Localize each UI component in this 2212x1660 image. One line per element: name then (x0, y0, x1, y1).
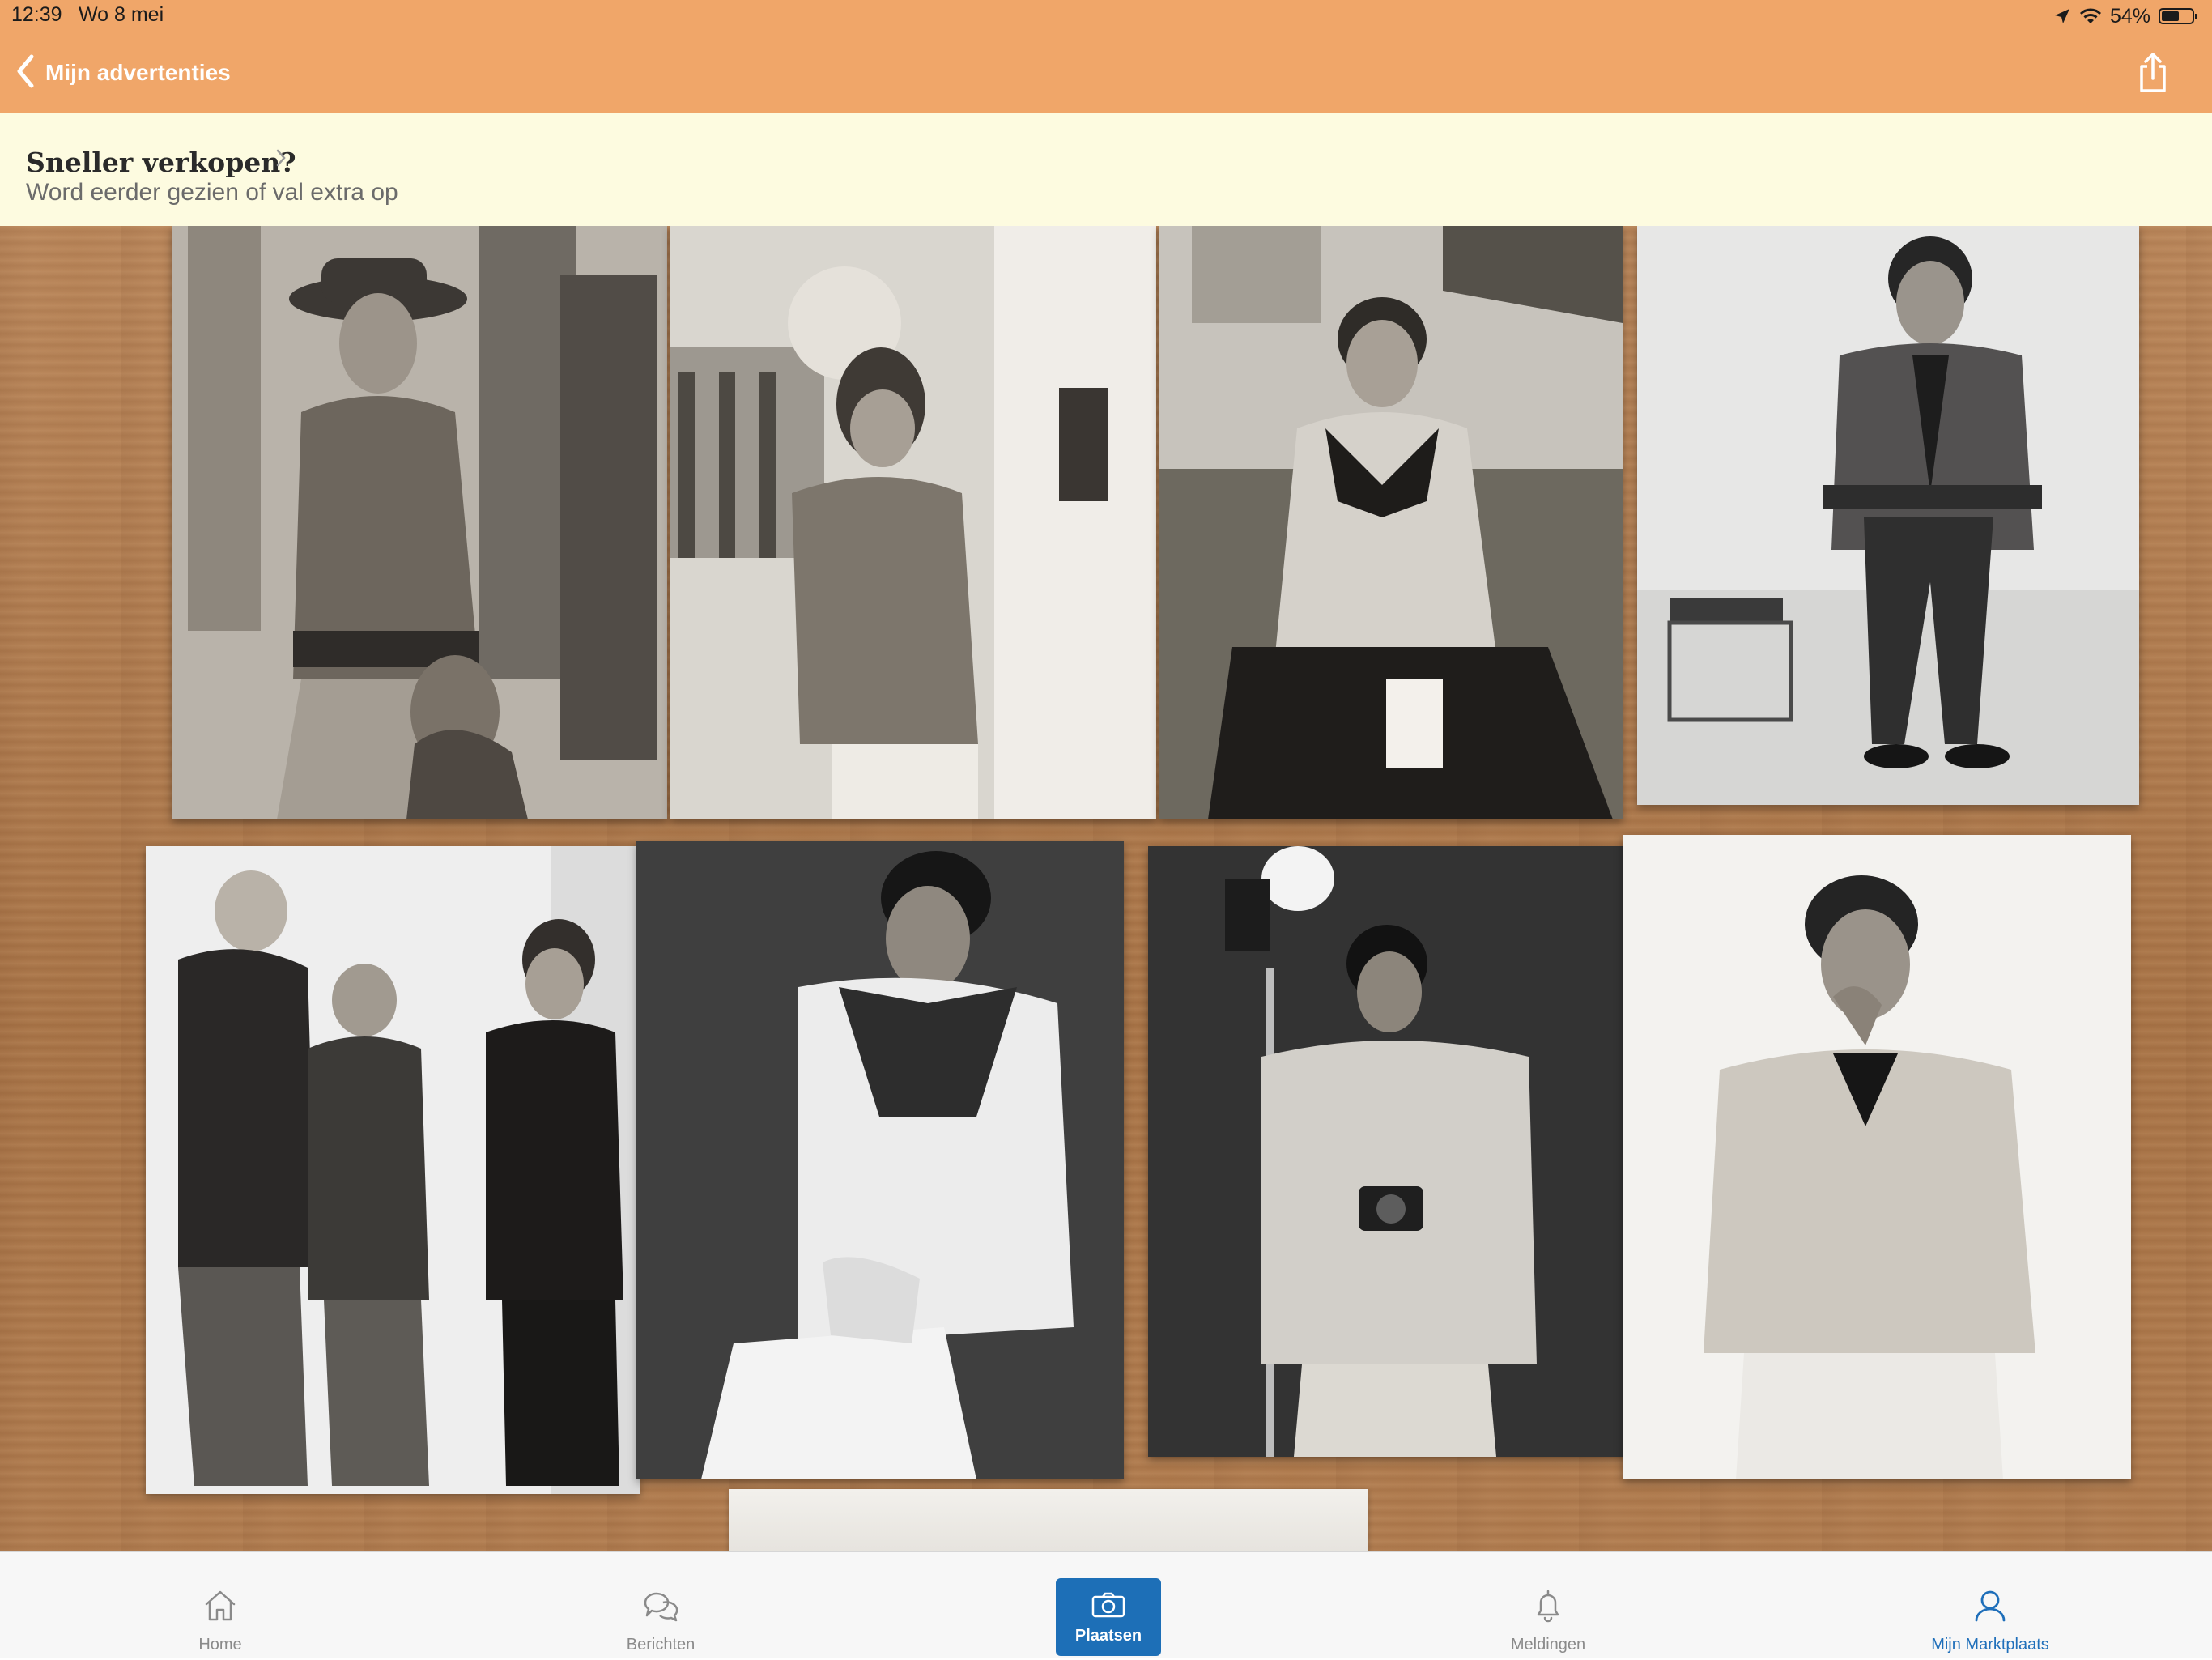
tab-berichten[interactable]: Berichten (572, 1552, 750, 1660)
wifi-icon (2079, 7, 2102, 25)
battery-icon (2159, 8, 2197, 24)
chevron-left-icon (16, 54, 34, 92)
home-icon (202, 1588, 238, 1628)
status-time: 12:39 (11, 3, 62, 26)
tab-meldingen-label: Meldingen (1510, 1636, 1586, 1654)
plaatsen-label: Plaatsen (1074, 1627, 1142, 1645)
tab-mijn-marktplaats[interactable]: Mijn Marktplaats (1901, 1552, 2079, 1660)
tab-home[interactable]: Home (131, 1552, 309, 1660)
back-label: Mijn advertenties (45, 60, 231, 85)
share-icon (2140, 53, 2166, 92)
photo-print-7 (1148, 846, 1642, 1457)
tab-mijn-marktplaats-label: Mijn Marktplaats (1931, 1636, 2049, 1654)
share-button[interactable] (2134, 52, 2172, 94)
chat-bubbles-icon (642, 1588, 679, 1628)
status-date: Wo 8 mei (79, 3, 164, 26)
tab-berichten-label: Berichten (626, 1636, 696, 1654)
photo-print-4 (1637, 226, 2139, 805)
photo-print-8 (1623, 835, 2131, 1479)
photo-print-6 (636, 841, 1124, 1479)
photo-print-5 (146, 846, 640, 1494)
user-icon (1972, 1588, 2008, 1628)
listing-photo[interactable] (0, 226, 2212, 1551)
promo-title: Sneller verkopen? (26, 147, 296, 178)
photo-print-3 (1159, 226, 1623, 819)
status-icons: 54% (2053, 2, 2197, 31)
promo-subtitle: Word eerder gezien of val extra op (26, 179, 398, 206)
photo-print-partial (729, 1489, 1368, 1551)
tab-home-label: Home (198, 1636, 242, 1654)
location-arrow-icon (2053, 7, 2071, 25)
bell-icon (1532, 1588, 1564, 1628)
chevron-right-icon (275, 148, 287, 172)
photo-print-1 (172, 226, 667, 819)
photo-print-2 (670, 226, 1156, 819)
app-header: 12:39 Wo 8 mei 54% Mijn advertenties (0, 0, 2212, 113)
battery-percentage: 54% (2109, 4, 2150, 28)
plaatsen-button[interactable]: Plaatsen (1056, 1578, 1161, 1656)
promo-banner[interactable]: Sneller verkopen? Word eerder gezien of … (0, 113, 2212, 226)
back-button[interactable]: Mijn advertenties (16, 49, 231, 97)
camera-icon (1091, 1591, 1126, 1623)
tab-meldingen[interactable]: Meldingen (1459, 1552, 1637, 1660)
